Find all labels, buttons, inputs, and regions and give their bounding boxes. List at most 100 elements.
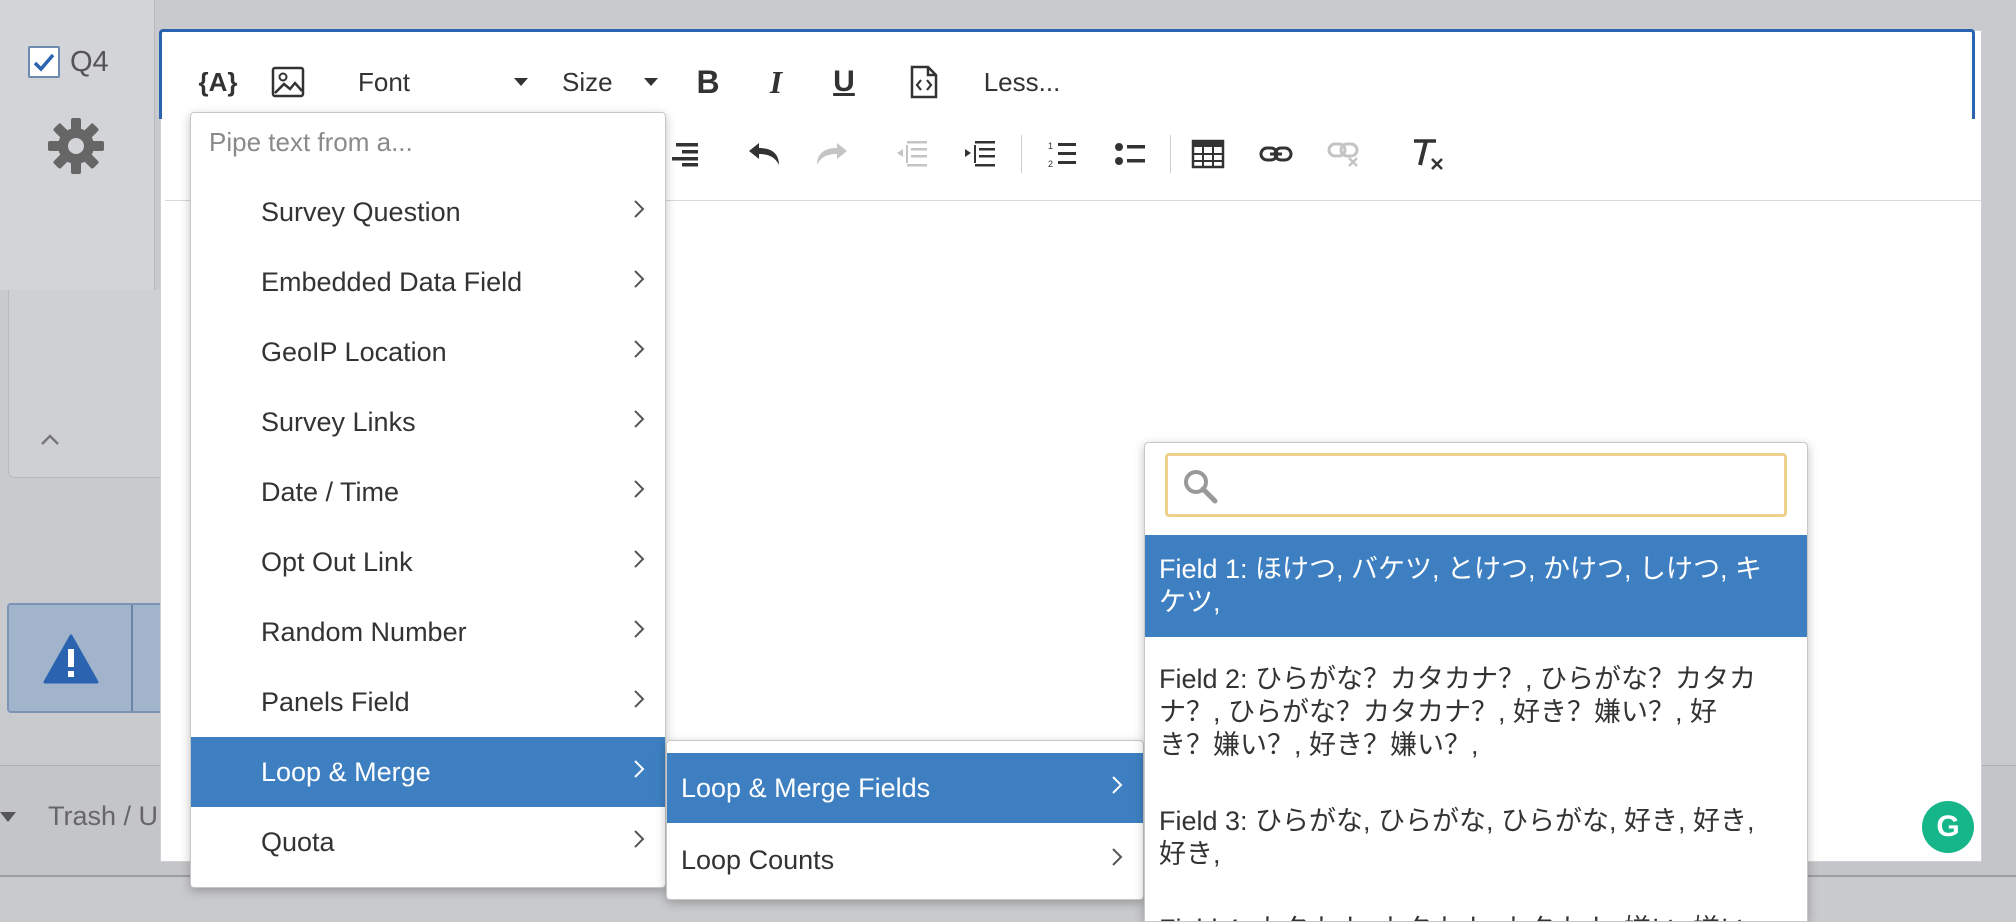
toolbar-separator (1021, 135, 1022, 173)
table-icon (1191, 139, 1225, 169)
menu-item-opt-out-link[interactable]: Opt Out Link (191, 527, 665, 597)
source-button[interactable] (906, 60, 942, 104)
menu-item-label: Panels Field (261, 686, 410, 717)
chevron-right-icon (1112, 848, 1123, 866)
table-button[interactable] (1190, 134, 1226, 174)
indent-button[interactable] (962, 134, 998, 174)
align-right-button[interactable] (668, 134, 700, 174)
undo-button[interactable] (746, 134, 782, 174)
menu-item-label: Survey Question (261, 196, 461, 227)
chevron-right-icon (634, 830, 645, 848)
checkmark-icon (33, 53, 55, 72)
unlink-icon (1327, 142, 1359, 167)
source-code-icon (910, 65, 938, 99)
grammarly-icon[interactable]: G (1922, 801, 1974, 853)
chevron-right-icon (634, 270, 645, 288)
outdent-button (894, 134, 930, 174)
menu-item-label: Loop Counts (681, 844, 835, 875)
caret-down-icon (644, 77, 658, 86)
menu-item-embedded-data-field[interactable]: Embedded Data Field (191, 247, 665, 317)
loop-merge-fields-submenu: Field 1: ほけつ, バケツ, とけつ, かけつ, しけつ, キケツ, F… (1144, 442, 1808, 922)
menu-item-survey-question[interactable]: Survey Question (191, 177, 665, 247)
chevron-right-icon (634, 620, 645, 638)
redo-icon (817, 143, 847, 165)
question-label: Q4 (70, 46, 109, 78)
menu-item-loop-merge-fields[interactable]: Loop & Merge Fields (667, 753, 1143, 823)
size-label: Size (562, 66, 613, 97)
size-dropdown[interactable]: Size (562, 60, 658, 104)
outdent-icon (897, 141, 927, 167)
menu-item-geoip-location[interactable]: GeoIP Location (191, 317, 665, 387)
chevron-right-icon (634, 550, 645, 568)
divider (131, 605, 133, 711)
align-right-icon (672, 143, 698, 167)
image-icon (271, 66, 305, 98)
font-label: Font (358, 66, 411, 97)
link-icon (1259, 146, 1293, 162)
side-panel (8, 290, 170, 478)
chevron-right-icon (634, 410, 645, 428)
font-dropdown[interactable]: Font (358, 60, 528, 104)
menu-item-label: Loop & Merge (261, 756, 431, 787)
menu-item-quota[interactable]: Quota (191, 807, 665, 877)
piped-text-icon: {A} (198, 66, 238, 97)
chevron-right-icon (634, 480, 645, 498)
menu-item-label: Loop & Merge Fields (681, 772, 931, 803)
underline-button[interactable]: U (826, 60, 862, 104)
menu-item-label: Quota (261, 826, 335, 857)
chevron-right-icon (634, 200, 645, 218)
menu-item-date-time[interactable]: Date / Time (191, 457, 665, 527)
loop-merge-submenu: Loop & Merge Fields Loop Counts (666, 740, 1144, 900)
piped-text-button[interactable]: {A} (198, 60, 238, 104)
indent-icon (965, 141, 995, 167)
toolbar-separator (1170, 135, 1171, 173)
field-search-box[interactable] (1165, 453, 1787, 517)
chevron-right-icon (634, 340, 645, 358)
field-item-3[interactable]: Field 3: ひらがな, ひらがな, ひらがな, 好き, 好き, 好き, (1145, 787, 1807, 889)
unlink-button (1326, 134, 1362, 174)
insert-image-button[interactable] (268, 60, 308, 104)
field-item-2[interactable]: Field 2: ひらがな？カタカナ？, ひらがな？カタカナ？, ひらがな？カタ… (1145, 645, 1807, 780)
menu-item-label: Opt Out Link (261, 546, 413, 577)
chevron-right-icon (634, 760, 645, 778)
field-search-input[interactable] (1228, 464, 1768, 506)
svg-text:2: 2 (1048, 159, 1053, 169)
menu-item-label: Date / Time (261, 476, 400, 507)
bulleted-list-button[interactable] (1112, 134, 1148, 174)
field-item-4[interactable]: Field 4: カタカナ, カタカナ, カタカナ, 嫌い, 嫌い, (1145, 895, 1807, 921)
menu-item-label: GeoIP Location (261, 336, 447, 367)
gear-icon[interactable] (46, 116, 106, 176)
menu-item-survey-links[interactable]: Survey Links (191, 387, 665, 457)
warning-icon (43, 634, 99, 689)
pipe-text-menu: Pipe text from a... Survey Question Embe… (190, 112, 666, 888)
chevron-up-icon[interactable] (40, 426, 60, 452)
remove-format-icon (1414, 139, 1443, 170)
numbered-list-icon: 12 (1048, 141, 1076, 169)
menu-item-label: Survey Links (261, 406, 416, 437)
field-item-1[interactable]: Field 1: ほけつ, バケツ, とけつ, かけつ, しけつ, キケツ, (1145, 535, 1807, 637)
trash-label[interactable]: Trash / U (48, 801, 158, 832)
menu-item-label: Random Number (261, 616, 467, 647)
bulleted-list-icon (1115, 143, 1145, 165)
menu-item-random-number[interactable]: Random Number (191, 597, 665, 667)
question-sidebar: Q4 (0, 0, 155, 290)
undo-icon (749, 143, 779, 165)
numbered-list-button[interactable]: 12 (1044, 134, 1080, 174)
svg-text:1: 1 (1048, 141, 1053, 151)
redo-button (814, 134, 850, 174)
menu-item-label: Embedded Data Field (261, 266, 523, 297)
question-checkbox[interactable] (28, 46, 60, 78)
italic-button[interactable]: I (758, 60, 794, 104)
remove-format-button[interactable] (1406, 134, 1446, 174)
less-button[interactable]: Less... (980, 60, 1064, 104)
chevron-right-icon (634, 690, 645, 708)
caret-down-icon[interactable] (0, 808, 16, 829)
menu-item-loop-counts[interactable]: Loop Counts (667, 825, 1143, 895)
chevron-right-icon (1112, 776, 1123, 794)
bold-button[interactable]: B (690, 60, 726, 104)
menu-item-loop-merge[interactable]: Loop & Merge (191, 737, 665, 807)
caret-down-icon (514, 77, 528, 86)
link-button[interactable] (1258, 134, 1294, 174)
pipe-text-header: Pipe text from a... (209, 127, 413, 157)
menu-item-panels-field[interactable]: Panels Field (191, 667, 665, 737)
